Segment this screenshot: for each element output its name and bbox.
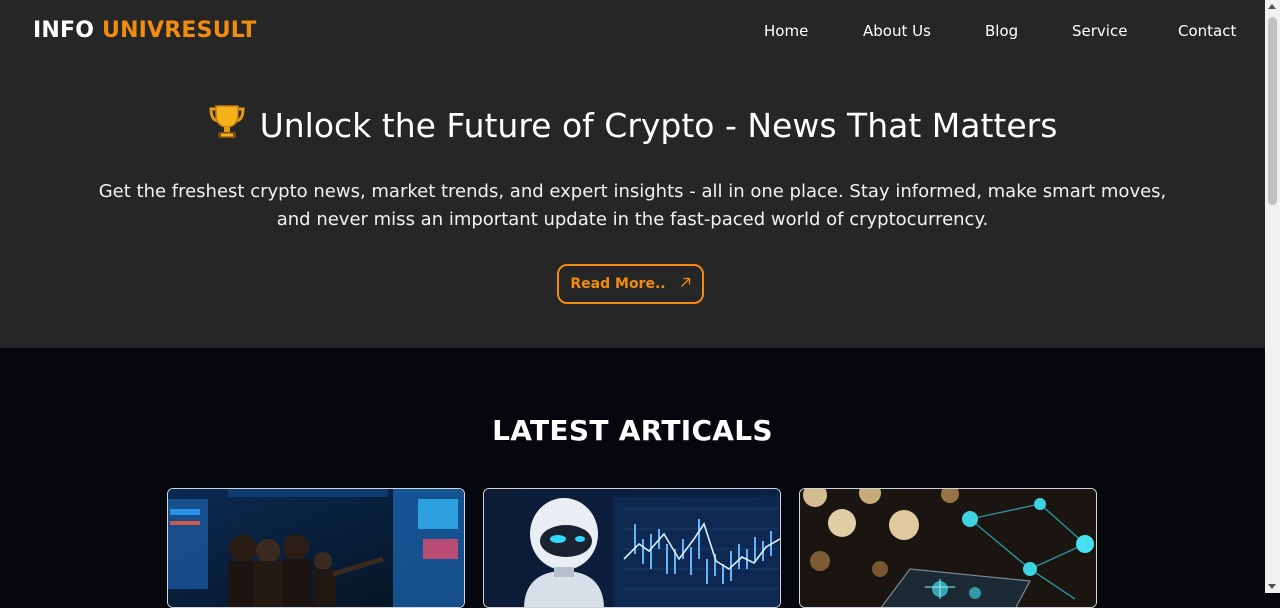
scroll-thumb[interactable] xyxy=(1268,17,1277,205)
nav-home[interactable]: Home xyxy=(764,22,808,40)
blockchain-network-image xyxy=(800,489,1096,607)
nav-contact[interactable]: Contact xyxy=(1178,22,1236,40)
arrow-up-right-icon xyxy=(680,276,691,292)
article-card-1[interactable] xyxy=(167,488,465,608)
hero-headline: Unlock the Future of Crypto - News That … xyxy=(0,103,1265,149)
article-card-3[interactable] xyxy=(799,488,1097,608)
hero-subtitle: Get the freshest crypto news, market tre… xyxy=(98,181,1167,230)
page-scrollbar[interactable] xyxy=(1265,0,1280,593)
main-nav: Home About Us Blog Service Contact xyxy=(0,22,1265,46)
read-more-label: Read More.. xyxy=(570,276,666,292)
read-more-button[interactable]: Read More.. xyxy=(557,264,704,304)
robot-chart-image xyxy=(484,489,780,607)
article-card-2[interactable] xyxy=(483,488,781,608)
latest-articles-heading: LATEST ARTICALS xyxy=(492,414,773,447)
scroll-up-arrow-icon[interactable] xyxy=(1268,4,1276,9)
nav-blog[interactable]: Blog xyxy=(985,22,1018,40)
hero-title-text: Unlock the Future of Crypto - News That … xyxy=(259,106,1058,145)
trading-room-image xyxy=(168,489,464,607)
nav-service[interactable]: Service xyxy=(1072,22,1127,40)
hero-section: INFO UNIVRESULT Home About Us Blog Servi… xyxy=(0,0,1265,348)
trophy-icon xyxy=(208,103,246,149)
scroll-down-arrow-icon[interactable] xyxy=(1268,584,1276,589)
nav-about-us[interactable]: About Us xyxy=(863,22,931,40)
